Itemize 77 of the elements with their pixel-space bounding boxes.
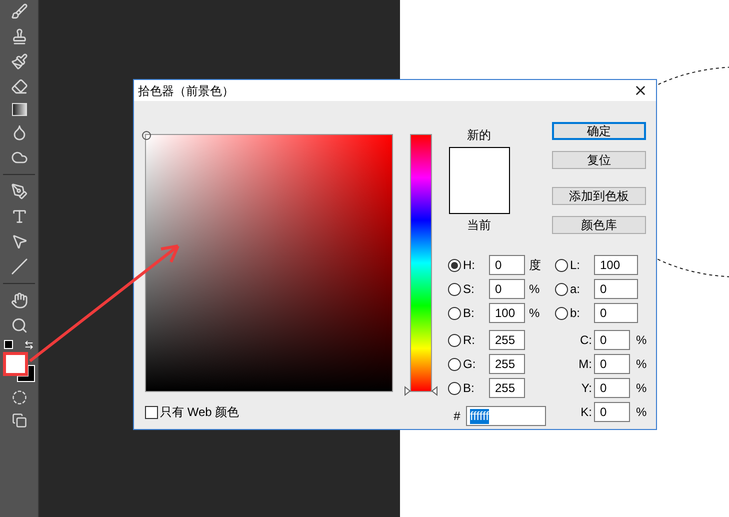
stamp-icon[interactable] [10,28,28,45]
dialog-button[interactable]: 添加到色板 [552,187,646,205]
input-field[interactable]: 100 [489,303,525,323]
swap-icon[interactable] [24,340,34,350]
input-field[interactable]: 0 [489,255,525,275]
type-icon[interactable] [10,208,28,225]
paintbrush-icon[interactable] [10,53,28,70]
blob-icon[interactable] [10,149,28,166]
input-field[interactable]: 0 [594,402,630,422]
brush-icon[interactable] [10,3,28,20]
radio-button[interactable] [448,382,461,394]
input-field[interactable]: 255 [489,378,525,398]
field-label: B: [462,305,476,322]
radio-button[interactable] [448,306,461,320]
input-field[interactable]: 0 [594,354,630,374]
slider-handle[interactable] [404,386,438,396]
current-label: 当前 [467,217,491,234]
radio-button[interactable] [555,282,568,296]
screen-mode-icon[interactable] [12,413,26,428]
field-label: R: [462,332,476,349]
field-label: B: [462,380,476,397]
hex-value: ffffff [470,408,489,424]
unit-label: 度 [529,257,541,274]
input-field[interactable]: 255 [489,330,525,350]
radio-button[interactable] [448,334,461,346]
pointer-icon[interactable] [10,233,28,250]
input-field[interactable]: 0 [594,279,638,299]
input-field[interactable]: 0 [594,378,630,398]
field-label: H: [462,257,476,274]
color-field[interactable] [145,134,394,392]
dialog-button[interactable]: 复位 [552,151,646,169]
field-label: G: [462,356,477,373]
zoom-icon[interactable] [10,317,28,334]
unit-label: % [529,305,540,322]
unit-label: % [636,404,647,421]
eraser-icon[interactable] [10,78,28,95]
window-title: 拾色器（前景色） [138,82,234,100]
unit-label: % [529,281,540,298]
unit-label: % [636,380,647,397]
dialog-button[interactable]: 颜色库 [552,216,646,234]
field-label: b: [569,305,582,322]
mask-icon[interactable] [12,390,26,405]
field-label: L: [569,257,582,274]
hex-field[interactable]: ffffff [466,406,546,426]
close-icon[interactable] [633,83,648,98]
input-field[interactable]: 0 [594,330,630,350]
radio-button[interactable] [448,258,461,272]
radio-button[interactable] [555,258,568,272]
radio-button[interactable] [448,358,461,370]
field-label: M: [578,356,593,373]
field-label: K: [580,404,593,421]
input-field[interactable]: 0 [594,303,638,323]
hex-label: # [452,408,462,425]
field-label: C: [579,332,593,349]
foreground-color-swatch[interactable] [3,352,28,376]
input-field[interactable]: 100 [594,255,638,275]
dialog-button[interactable]: 确定 [552,122,646,140]
input-field[interactable]: 255 [489,354,525,374]
field-label: a: [569,281,582,298]
unit-label: % [636,356,647,373]
radio-button[interactable] [448,282,461,296]
hand-icon[interactable] [10,292,28,309]
unit-label: % [636,332,647,349]
radio-button[interactable] [555,306,568,320]
default-colors-icon[interactable] [4,340,13,349]
new-color-swatch [448,147,510,214]
background-color-swatch[interactable] [17,365,35,382]
checkbox[interactable] [145,406,158,418]
field-label: Y: [580,380,593,397]
checkbox-label: 只有 Web 颜色 [160,404,240,421]
field-label: S: [462,281,476,298]
new-label: 新的 [467,127,491,144]
line-icon[interactable] [10,258,28,275]
hue-slider[interactable] [404,134,437,396]
pen-icon[interactable] [10,183,28,200]
gradient-icon[interactable] [12,103,26,116]
input-field[interactable]: 0 [489,279,525,299]
